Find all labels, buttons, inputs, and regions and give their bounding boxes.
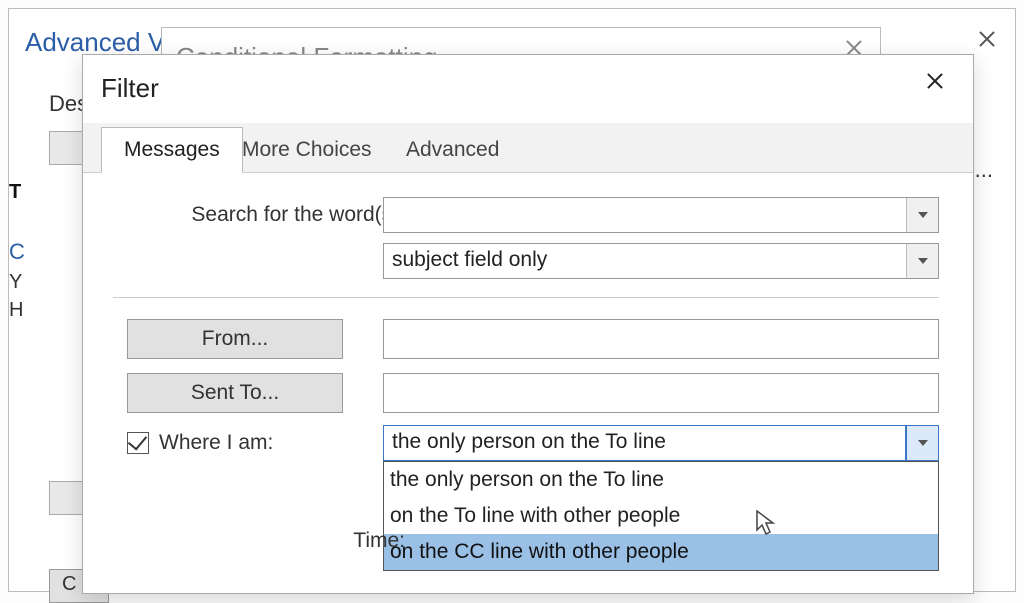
filter-dialog: Filter Messages More Choices Advanced Se… xyxy=(82,54,974,594)
divider xyxy=(113,297,939,298)
sent-to-button-label: Sent To... xyxy=(191,381,279,405)
columns-button-label: C xyxy=(62,573,76,595)
chevron-down-icon xyxy=(918,212,928,218)
where-i-am-row: Where I am: xyxy=(127,431,273,455)
search-words-label: Search for the word(s): xyxy=(145,203,405,227)
dropdown-button[interactable] xyxy=(906,426,938,460)
where-i-am-combo[interactable]: the only person on the To line xyxy=(383,425,939,461)
truncated-text: T xyxy=(9,181,21,204)
from-input[interactable] xyxy=(383,319,939,359)
chevron-down-icon xyxy=(918,258,928,264)
tab-label: Messages xyxy=(124,138,220,161)
chevron-down-icon xyxy=(918,440,928,446)
close-icon[interactable] xyxy=(919,65,951,97)
tab-advanced[interactable]: Advanced xyxy=(383,127,522,173)
truncated-text: Y xyxy=(9,271,22,294)
dropdown-option[interactable]: on the To line with other people xyxy=(384,498,938,534)
in-value: subject field only xyxy=(384,244,906,278)
tab-label: More Choices xyxy=(242,138,372,161)
in-combo[interactable]: subject field only xyxy=(383,243,939,279)
in-label: In: xyxy=(145,249,405,273)
where-i-am-label: Where I am: xyxy=(159,431,273,455)
dropdown-button[interactable] xyxy=(906,198,938,232)
tab-strip: Messages More Choices Advanced xyxy=(83,123,973,173)
truncated-text: C xyxy=(9,239,25,265)
tab-more-choices[interactable]: More Choices xyxy=(219,127,395,173)
sent-to-input[interactable] xyxy=(383,373,939,413)
dropdown-option[interactable]: the only person on the To line xyxy=(384,462,938,498)
dropdown-button[interactable] xyxy=(906,244,938,278)
where-i-am-checkbox[interactable] xyxy=(127,432,149,454)
where-i-am-dropdown: the only person on the To line on the To… xyxy=(383,461,939,571)
filter-dialog-title: Filter xyxy=(101,73,159,104)
dropdown-option[interactable]: on the CC line with other people xyxy=(384,534,938,570)
search-words-input[interactable] xyxy=(384,198,906,232)
sent-to-button[interactable]: Sent To... xyxy=(127,373,343,413)
messages-tab-panel: Search for the word(s): In: subject fiel… xyxy=(83,173,973,195)
from-button-label: From... xyxy=(202,327,269,351)
tab-label: Advanced xyxy=(406,138,499,161)
from-button[interactable]: From... xyxy=(127,319,343,359)
close-icon[interactable] xyxy=(975,27,999,51)
truncated-text: H xyxy=(9,299,23,322)
where-i-am-value: the only person on the To line xyxy=(384,426,906,460)
search-words-combo[interactable] xyxy=(383,197,939,233)
time-label: Time: xyxy=(145,529,405,553)
